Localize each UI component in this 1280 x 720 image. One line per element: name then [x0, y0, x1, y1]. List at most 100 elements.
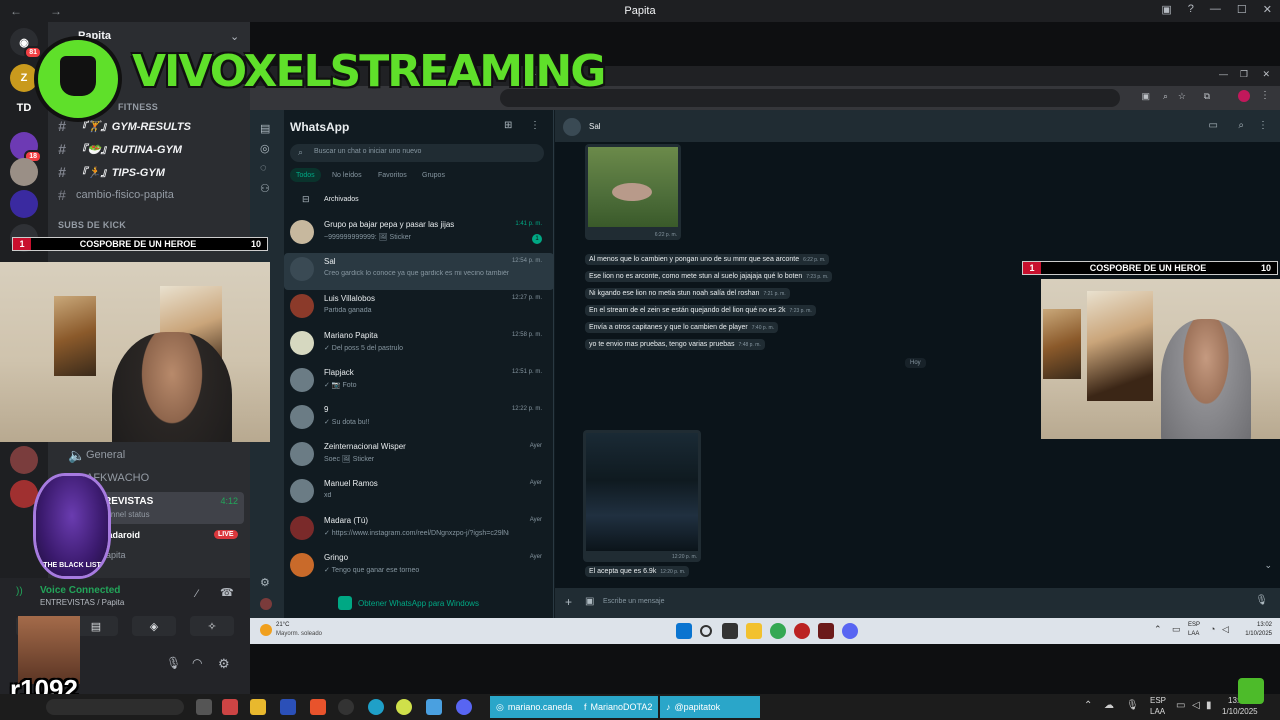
mic-icon[interactable]: 🎙 — [1255, 595, 1268, 606]
filter-no-leidos[interactable]: No leídos — [328, 168, 366, 182]
browser-minimize-icon[interactable]: — — [1219, 69, 1228, 79]
message-bubble[interactable]: El acepta que es 6.9k 12:20 p. m. — [585, 566, 690, 577]
contact-name[interactable]: Sal — [589, 122, 601, 131]
chat-row[interactable]: Flapjack ✓ 📷 Foto 12:51 p. m. — [284, 364, 554, 401]
app-icon[interactable] — [368, 699, 384, 715]
battery-icon[interactable]: ▮ — [1206, 700, 1212, 711]
message-bubble[interactable]: Al menos que lo cambien y pongan uno de … — [585, 254, 830, 265]
app-icon[interactable] — [818, 623, 834, 639]
language-indicator[interactable]: ESP — [1150, 696, 1166, 705]
wifi-icon[interactable]: ◔ — [1210, 624, 1215, 634]
screenshot-message[interactable]: 12:20 p. m. — [583, 430, 701, 562]
chat-row[interactable]: Mariano Papita ✓ Del poss 5 del pastrulo 1… — [284, 327, 554, 364]
clock-time[interactable]: 13:02 — [1257, 622, 1272, 628]
zoom-icon[interactable]: ⌕ — [1163, 91, 1168, 102]
chevron-down-icon[interactable]: ⌄ — [230, 30, 239, 43]
channel-rutina-gym[interactable]: # 『🥗』RUTINA-GYM — [58, 138, 244, 160]
chat-row-active[interactable]: Sal Creo gardick lo conoce ya que gardick… — [284, 253, 554, 290]
message-bubble[interactable]: yo te envio mas pruebas, tengo varias pr… — [585, 339, 765, 350]
settings-gear-icon[interactable]: ⚙ — [218, 656, 230, 672]
app-l-icon[interactable] — [280, 699, 296, 715]
back-arrow-icon[interactable]: ← — [10, 4, 40, 18]
discord-taskbar-icon[interactable] — [842, 623, 858, 639]
image-message[interactable]: 6:22 p. m. — [585, 144, 681, 240]
notepad-icon[interactable] — [426, 699, 442, 715]
discord-home-icon[interactable]: ◉ 81 — [10, 28, 42, 59]
install-app-icon[interactable]: ▣ — [1141, 91, 1150, 102]
browser-restore-icon[interactable]: ❐ — [1240, 69, 1248, 80]
weather-desc[interactable]: Mayorm. soleado — [276, 631, 322, 637]
bookmark-star-icon[interactable]: ☆ — [1178, 91, 1186, 102]
server-icon[interactable] — [10, 190, 38, 218]
sticker-icon[interactable]: ▣ — [585, 596, 594, 607]
channel-tips-gym[interactable]: # 『🏃』TIPS-GYM — [58, 161, 244, 183]
profile-avatar-icon[interactable] — [1238, 90, 1250, 102]
windows-start-icon[interactable] — [676, 623, 692, 639]
chats-icon[interactable]: ▤ — [260, 122, 270, 135]
wa-menu-icon[interactable]: ⋮ — [530, 120, 540, 131]
close-icon[interactable]: ✕ — [1263, 3, 1272, 16]
wa-settings-icon[interactable]: ⚙ — [260, 576, 270, 589]
get-whatsapp-windows-link[interactable]: Obtener WhatsApp para Windows — [338, 596, 479, 610]
chat-row[interactable]: Zeinternacional Wisper Soec 🖼 Sticker Ayer — [284, 438, 554, 475]
filter-favoritos[interactable]: Favoritos — [374, 168, 411, 182]
search-input[interactable]: ⌕ Buscar un chat o iniciar uno nuevo — [290, 144, 544, 162]
chat-row[interactable]: Gringo ✓ Tengo que ganar ese torneo Ayer — [284, 549, 554, 586]
maximize-icon[interactable]: ☐ — [1237, 3, 1247, 16]
volume-icon[interactable]: ◁ — [1222, 624, 1229, 635]
status-icon[interactable]: ◎ — [260, 142, 270, 155]
weather-temp[interactable]: 21°C — [276, 622, 289, 628]
browser-menu-icon[interactable]: ⋮ — [1260, 90, 1270, 101]
message-bubble[interactable]: Ese lion no es arconte, como mete stun a… — [585, 271, 833, 282]
app-icon[interactable] — [794, 623, 810, 639]
communities-icon[interactable]: ⚇ — [260, 182, 270, 195]
server-icon[interactable] — [10, 480, 38, 508]
discord-taskbar-icon[interactable] — [456, 699, 472, 715]
contact-avatar[interactable] — [563, 118, 581, 136]
language-indicator[interactable]: ESP — [1188, 622, 1200, 628]
signal-icon[interactable]: )) — [16, 586, 23, 597]
voice-location[interactable]: ENTREVISTAS / Papita — [40, 598, 124, 607]
chat-menu-icon[interactable]: ⋮ — [1258, 120, 1268, 131]
message-bubble[interactable]: Ni kgando ese lion no metia stun noah sa… — [585, 288, 790, 299]
server-icon[interactable] — [10, 158, 38, 186]
chrome-icon[interactable] — [770, 623, 786, 639]
noise-suppression-icon[interactable]: ⁄ — [196, 588, 198, 600]
tray-app-icon[interactable]: ▭ — [1172, 624, 1181, 635]
volume-icon[interactable]: ◁ — [1192, 700, 1200, 711]
message-bubble[interactable]: En el stream de el zein se están quejand… — [585, 305, 816, 316]
help-icon[interactable]: ? — [1188, 3, 1194, 16]
app-icon[interactable] — [222, 699, 238, 715]
voice-channel-general[interactable]: 🔈 General — [68, 444, 254, 466]
tray-chevron-icon[interactable]: ⌃ — [1154, 624, 1162, 635]
chat-row[interactable]: Manuel Ramos xd Ayer — [284, 475, 554, 512]
brave-icon[interactable] — [310, 699, 326, 715]
app-icon[interactable] — [396, 699, 412, 715]
channel-gym-results[interactable]: # 『🏋』GYM-RESULTS — [58, 115, 244, 137]
server-icon[interactable]: Z — [10, 64, 38, 92]
cloud-icon[interactable]: ☁ — [1104, 700, 1114, 711]
filter-grupos[interactable]: Grupos — [418, 168, 449, 182]
taskbar-search-icon[interactable] — [700, 625, 712, 637]
message-bubble[interactable]: Envía a otros capitanes y que lo cambien… — [585, 322, 778, 333]
category-fitness[interactable]: FITNESS — [118, 102, 158, 112]
chat-row[interactable]: Madara (Tú) ✓ https://www.instagram.com/r… — [284, 512, 554, 549]
archived-label[interactable]: Archivados — [324, 196, 359, 203]
mic-tray-icon[interactable]: 🎙 — [1126, 700, 1139, 711]
category-subs-kick[interactable]: SUBS DE KICK — [58, 220, 126, 230]
monitor-icon[interactable]: ▭ — [1176, 700, 1185, 711]
soundboard-button[interactable]: ✧ — [190, 616, 234, 636]
activity-button[interactable]: ◈ — [132, 616, 176, 636]
extensions-icon[interactable]: ⧉ — [1204, 91, 1210, 102]
video-call-icon[interactable]: ▭ — [1209, 120, 1218, 131]
chat-row[interactable]: Luis Villalobos Partida ganada 12:27 p. m. — [284, 290, 554, 327]
channels-icon[interactable]: ◌ — [260, 162, 267, 174]
chat-search-icon[interactable]: ⌕ — [1238, 120, 1244, 131]
scroll-down-icon[interactable]: ⌄ — [1264, 560, 1272, 571]
taskbar-search-box[interactable] — [46, 699, 184, 715]
minimize-icon[interactable]: — — [1210, 3, 1221, 16]
server-icon[interactable]: TD — [10, 94, 38, 122]
screen-share-button[interactable]: ▤ — [74, 616, 118, 636]
tray-chevron-icon[interactable]: ⌃ — [1084, 700, 1092, 711]
voice-status[interactable]: Voice Connected — [40, 585, 120, 596]
